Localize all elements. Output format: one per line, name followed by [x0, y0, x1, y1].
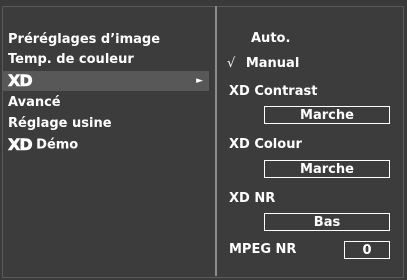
- xd-logo: XD: [8, 135, 33, 155]
- option-manual[interactable]: √ Manual: [227, 54, 299, 74]
- xd-colour-label: XD Colour: [229, 137, 302, 152]
- xd-contrast-label: XD Contrast: [229, 84, 318, 99]
- xd-nr-value[interactable]: Bas: [264, 213, 390, 231]
- main-menu-panel: Préréglages d’image Temp. de couleur XD …: [2, 6, 212, 276]
- option-auto[interactable]: Auto.: [251, 29, 290, 49]
- option-label: Auto.: [251, 31, 291, 46]
- menu-item-xd-demo[interactable]: XD Démo: [8, 135, 79, 155]
- menu-item-label: Avancé: [8, 95, 61, 110]
- xd-nr-label: XD NR: [229, 191, 276, 206]
- menu-item-factory-reset[interactable]: Réglage usine: [8, 114, 112, 134]
- menu-item-picture-presets[interactable]: Préréglages d’image: [8, 30, 160, 50]
- menu-item-xd[interactable]: XD ►: [3, 71, 209, 91]
- menu-item-label: Temp. de couleur: [8, 52, 134, 67]
- xd-contrast-value[interactable]: Marche: [264, 106, 390, 124]
- option-label: Manual: [245, 56, 300, 71]
- menu-item-label: Démo: [36, 137, 79, 153]
- mpeg-nr-label: MPEG NR: [229, 242, 297, 257]
- xd-colour-value[interactable]: Marche: [264, 160, 390, 178]
- menu-item-advanced[interactable]: Avancé: [8, 93, 61, 113]
- xd-settings-panel: Auto. √ Manual XD Contrast Marche XD Col…: [215, 6, 404, 276]
- checkmark-icon: √: [227, 56, 236, 71]
- menu-item-label: Réglage usine: [8, 116, 112, 131]
- menu-item-color-temperature[interactable]: Temp. de couleur: [8, 50, 134, 70]
- submenu-arrow-icon: ►: [196, 76, 203, 86]
- menu-item-label: Préréglages d’image: [8, 32, 161, 47]
- xd-logo: XD: [8, 71, 33, 91]
- mpeg-nr-value[interactable]: 0: [344, 241, 390, 259]
